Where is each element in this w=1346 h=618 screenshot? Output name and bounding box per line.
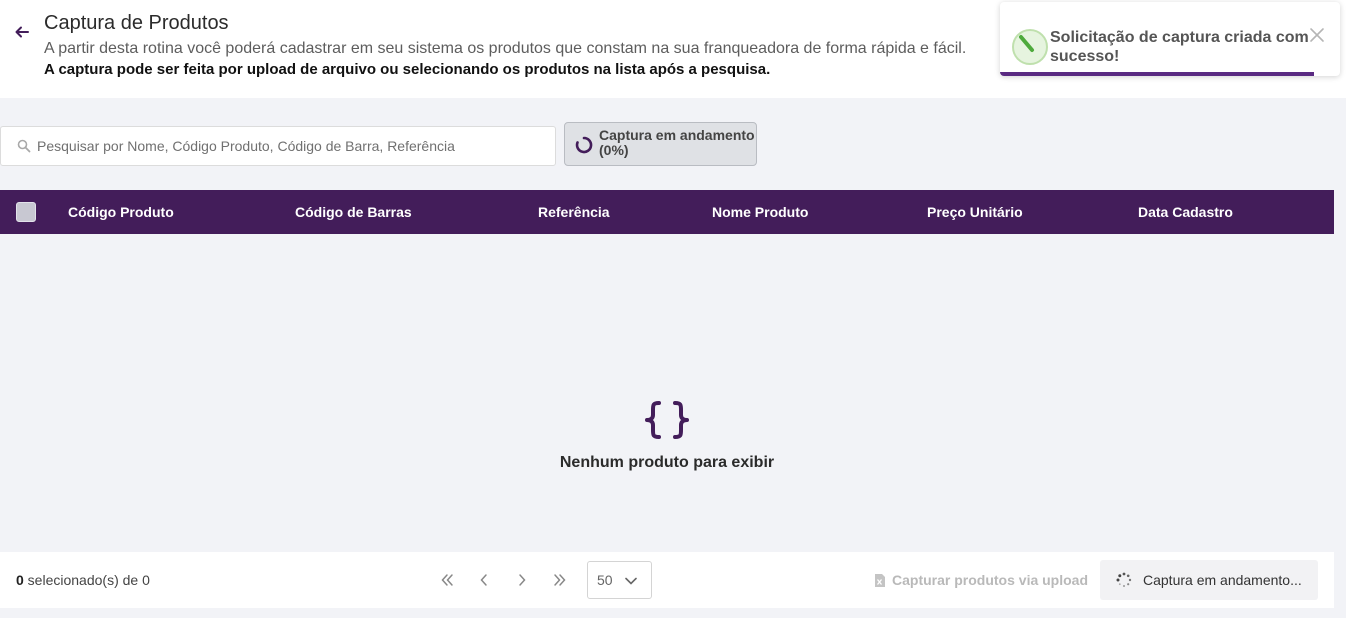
toast-progress-bar — [1000, 72, 1314, 76]
column-header-preco-unitario[interactable]: Preço Unitário — [927, 204, 1023, 220]
table-header: Código Produto Código de Barras Referênc… — [0, 190, 1334, 234]
capture-status-button[interactable]: Captura em andamento (0%) — [564, 122, 757, 166]
success-toast: Solicitação de captura criada com sucess… — [1000, 2, 1340, 76]
page-size-select[interactable]: 50 — [587, 561, 652, 599]
column-header-codigo-produto[interactable]: Código Produto — [68, 204, 174, 220]
page-description: A partir desta rotina você poderá cadast… — [44, 40, 967, 57]
double-chevron-left-icon — [441, 574, 453, 586]
capture-status-label: Captura em andamento (0%) — [599, 128, 755, 158]
selected-number: 0 — [16, 572, 24, 588]
capture-running-button[interactable]: Captura em andamento... — [1100, 560, 1318, 600]
empty-state-message: Nenhum produto para exibir — [559, 454, 775, 471]
spinner-icon — [575, 136, 593, 154]
search-box — [0, 126, 556, 166]
capture-running-label: Captura em andamento... — [1143, 572, 1302, 588]
next-page-button[interactable] — [512, 570, 532, 590]
upload-capture-label: Capturar produtos via upload — [892, 572, 1089, 588]
double-chevron-right-icon — [554, 574, 566, 586]
page-title: Captura de Produtos — [44, 12, 229, 34]
last-page-button[interactable] — [550, 570, 570, 590]
page-description-bold: A captura pode ser feita por upload de a… — [44, 61, 771, 78]
previous-page-button[interactable] — [474, 570, 494, 590]
table-footer: 0 selecionado(s) de 0 50 Capturar produt… — [0, 552, 1334, 608]
close-icon — [1310, 28, 1324, 42]
column-header-referencia[interactable]: Referência — [538, 204, 610, 220]
select-all-checkbox[interactable] — [16, 202, 36, 222]
capture-status-progress: (0%) — [599, 142, 629, 158]
back-button[interactable] — [12, 22, 32, 42]
chevron-right-icon — [519, 574, 526, 586]
arrow-left-icon — [15, 26, 29, 38]
excel-file-icon — [875, 573, 885, 587]
search-icon — [17, 139, 31, 153]
column-header-data-cadastro[interactable]: Data Cadastro — [1138, 204, 1233, 220]
loading-dots-icon — [1116, 572, 1132, 587]
capture-status-text: Captura em andamento — [599, 127, 755, 143]
upload-capture-button[interactable]: Capturar produtos via upload — [874, 570, 1088, 590]
chevron-down-icon — [625, 577, 637, 585]
first-page-button[interactable] — [437, 570, 457, 590]
column-header-codigo-barras[interactable]: Código de Barras — [295, 204, 412, 220]
toast-message: Solicitação de captura criada com sucess… — [1050, 29, 1309, 65]
selected-suffix: selecionado(s) de 0 — [23, 572, 150, 588]
page-size-value: 50 — [597, 572, 613, 588]
success-check-icon — [1012, 29, 1048, 65]
column-header-nome-produto[interactable]: Nome Produto — [712, 204, 808, 220]
chevron-left-icon — [480, 574, 487, 586]
empty-braces-icon — [645, 401, 689, 439]
selection-count: 0 selecionado(s) de 0 — [16, 572, 150, 588]
search-input[interactable] — [37, 127, 547, 165]
toast-close-button[interactable] — [1308, 26, 1326, 44]
